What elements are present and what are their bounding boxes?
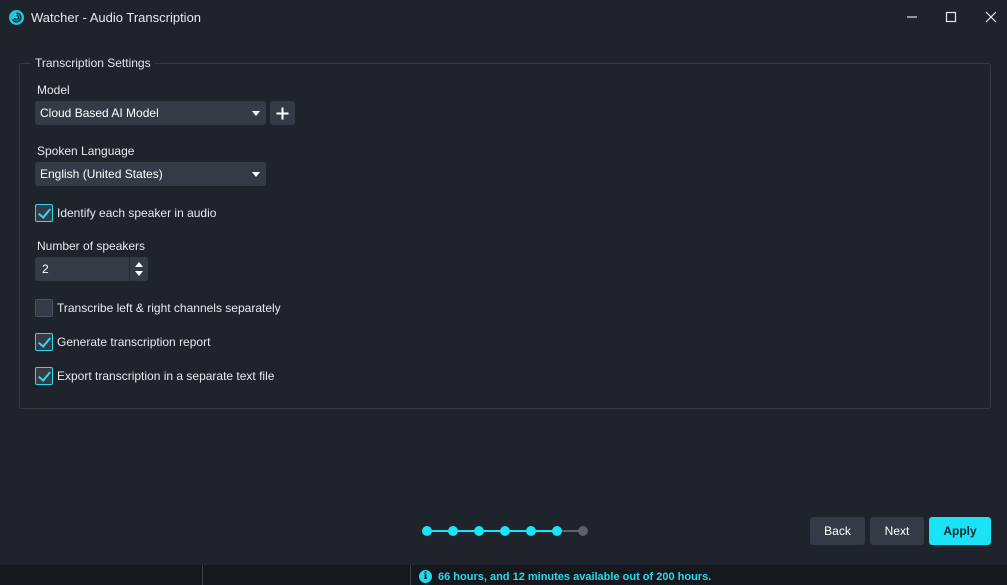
watcher-logo-icon [9, 10, 24, 25]
generate-report-label: Generate transcription report [57, 335, 211, 349]
minimize-button[interactable] [898, 6, 926, 28]
wizard-step-dot [474, 526, 484, 536]
minimize-icon [907, 16, 917, 18]
language-selected-value: English (United States) [40, 167, 163, 181]
speaker-count-value[interactable]: 2 [42, 262, 49, 276]
wizard-step-dot [552, 526, 562, 536]
stepper-buttons [129, 257, 148, 281]
group-title: Transcription Settings [31, 56, 155, 70]
chevron-down-icon [252, 111, 260, 116]
status-divider [410, 565, 411, 585]
spoken-language-label: Spoken Language [37, 144, 135, 158]
next-button[interactable]: Next [870, 517, 924, 545]
wizard-step-dot [448, 526, 458, 536]
export-text-option[interactable]: Export transcription in a separate text … [35, 367, 274, 385]
identify-speakers-label: Identify each speaker in audio [57, 206, 217, 220]
maximize-icon [945, 11, 957, 23]
identify-speakers-checkbox[interactable] [35, 204, 53, 222]
generate-report-checkbox[interactable] [35, 333, 53, 351]
export-text-checkbox[interactable] [35, 367, 53, 385]
model-dropdown[interactable]: Cloud Based AI Model [35, 101, 266, 125]
close-button[interactable] [977, 6, 1005, 28]
wizard-step-dot [526, 526, 536, 536]
separate-channels-option[interactable]: Transcribe left & right channels separat… [35, 299, 281, 317]
export-text-label: Export transcription in a separate text … [57, 369, 275, 383]
close-icon [985, 11, 997, 23]
info-icon: i [419, 570, 432, 583]
window-title: Watcher - Audio Transcription [31, 10, 202, 25]
wizard-progress [422, 526, 588, 536]
add-model-button[interactable] [270, 101, 295, 125]
wizard-step-dot [422, 526, 432, 536]
separate-channels-checkbox[interactable] [35, 299, 53, 317]
speaker-count-stepper[interactable]: 2 [35, 257, 148, 281]
plus-icon [276, 107, 289, 119]
status-divider [202, 565, 203, 585]
model-selected-value: Cloud Based AI Model [40, 106, 159, 120]
maximize-button[interactable] [937, 6, 965, 28]
decrement-arrow-icon[interactable] [135, 271, 143, 276]
apply-button[interactable]: Apply [929, 517, 991, 545]
wizard-step-dot [500, 526, 510, 536]
available-hours-message: 66 hours, and 12 minutes available out o… [438, 571, 712, 583]
generate-report-option[interactable]: Generate transcription report [35, 333, 210, 351]
model-label: Model [37, 83, 70, 97]
speaker-count-label: Number of speakers [37, 239, 146, 253]
wizard-step-dot [578, 526, 588, 536]
title-bar: Watcher - Audio Transcription [0, 0, 1007, 36]
increment-arrow-icon[interactable] [135, 262, 143, 267]
spoken-language-dropdown[interactable]: English (United States) [35, 162, 266, 186]
identify-speakers-option[interactable]: Identify each speaker in audio [35, 204, 216, 222]
back-button[interactable]: Back [810, 517, 865, 545]
separate-channels-label: Transcribe left & right channels separat… [57, 301, 281, 315]
chevron-down-icon [252, 172, 260, 177]
